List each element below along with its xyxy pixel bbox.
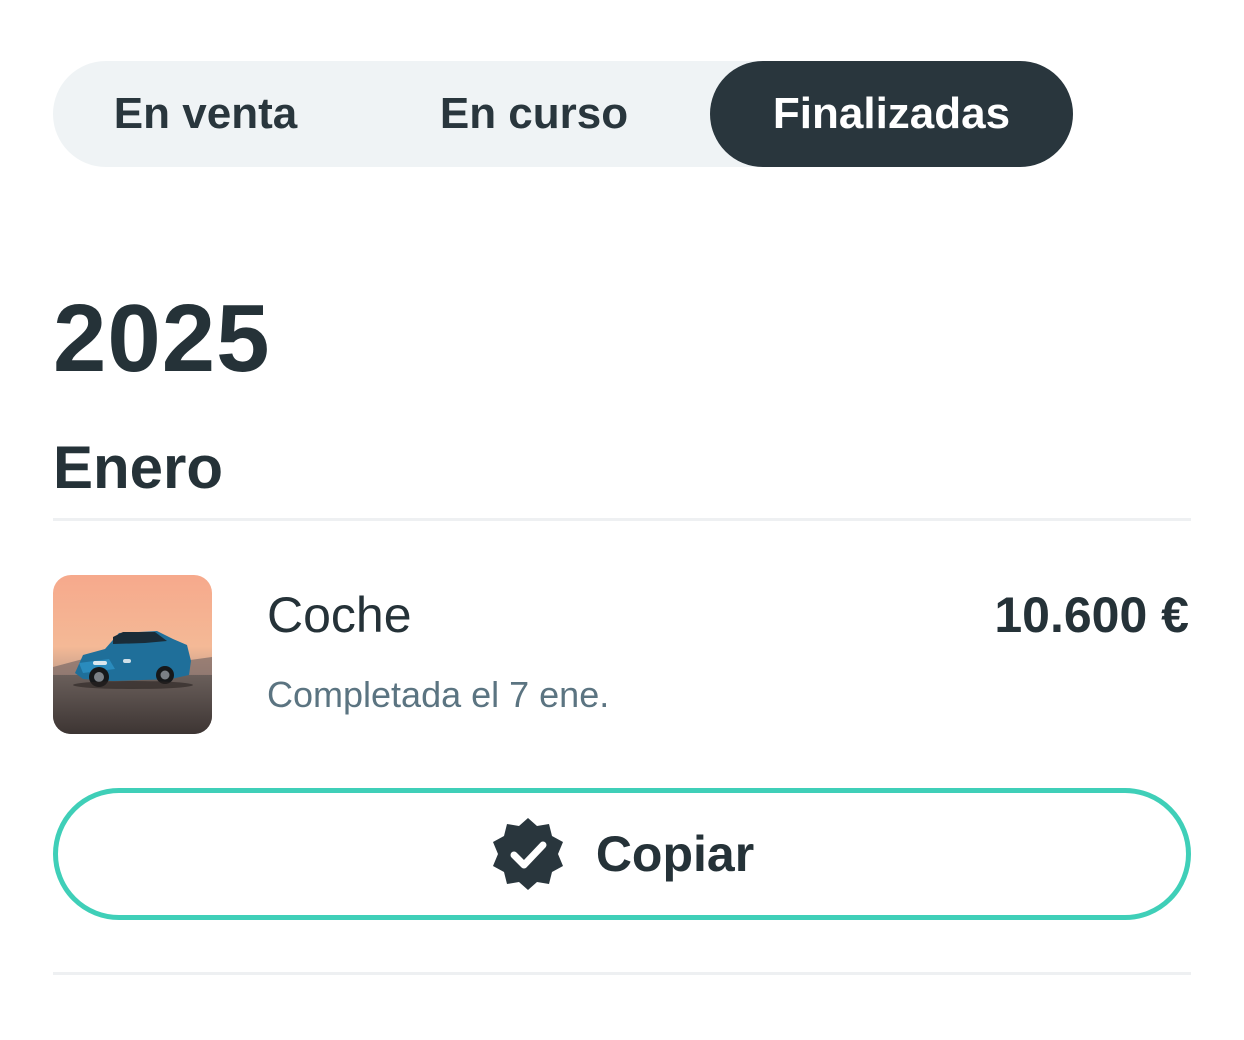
item-thumbnail [53,575,212,734]
copy-button[interactable]: Copiar [53,788,1191,920]
tab-finalizadas[interactable]: Finalizadas [710,61,1073,167]
year-heading: 2025 [53,285,271,392]
month-heading: Enero [53,434,224,501]
copy-button-label: Copiar [595,826,755,882]
divider [53,972,1191,975]
list-item[interactable]: Coche Completada el 7 ene. 10.600 € [53,575,1191,735]
divider [53,518,1191,521]
car-photo [53,575,212,734]
verified-badge-icon [492,818,563,890]
item-status: Completada el 7 ene. [267,674,610,715]
item-title: Coche [267,587,412,643]
tab-en-venta[interactable]: En venta [53,61,358,167]
item-price: 10.600 € [994,587,1189,643]
segmented-tabs: En venta En curso Finalizadas [53,61,1073,167]
tab-en-curso[interactable]: En curso [358,61,710,167]
page: En venta En curso Finalizadas 2025 Enero [0,0,1244,1040]
